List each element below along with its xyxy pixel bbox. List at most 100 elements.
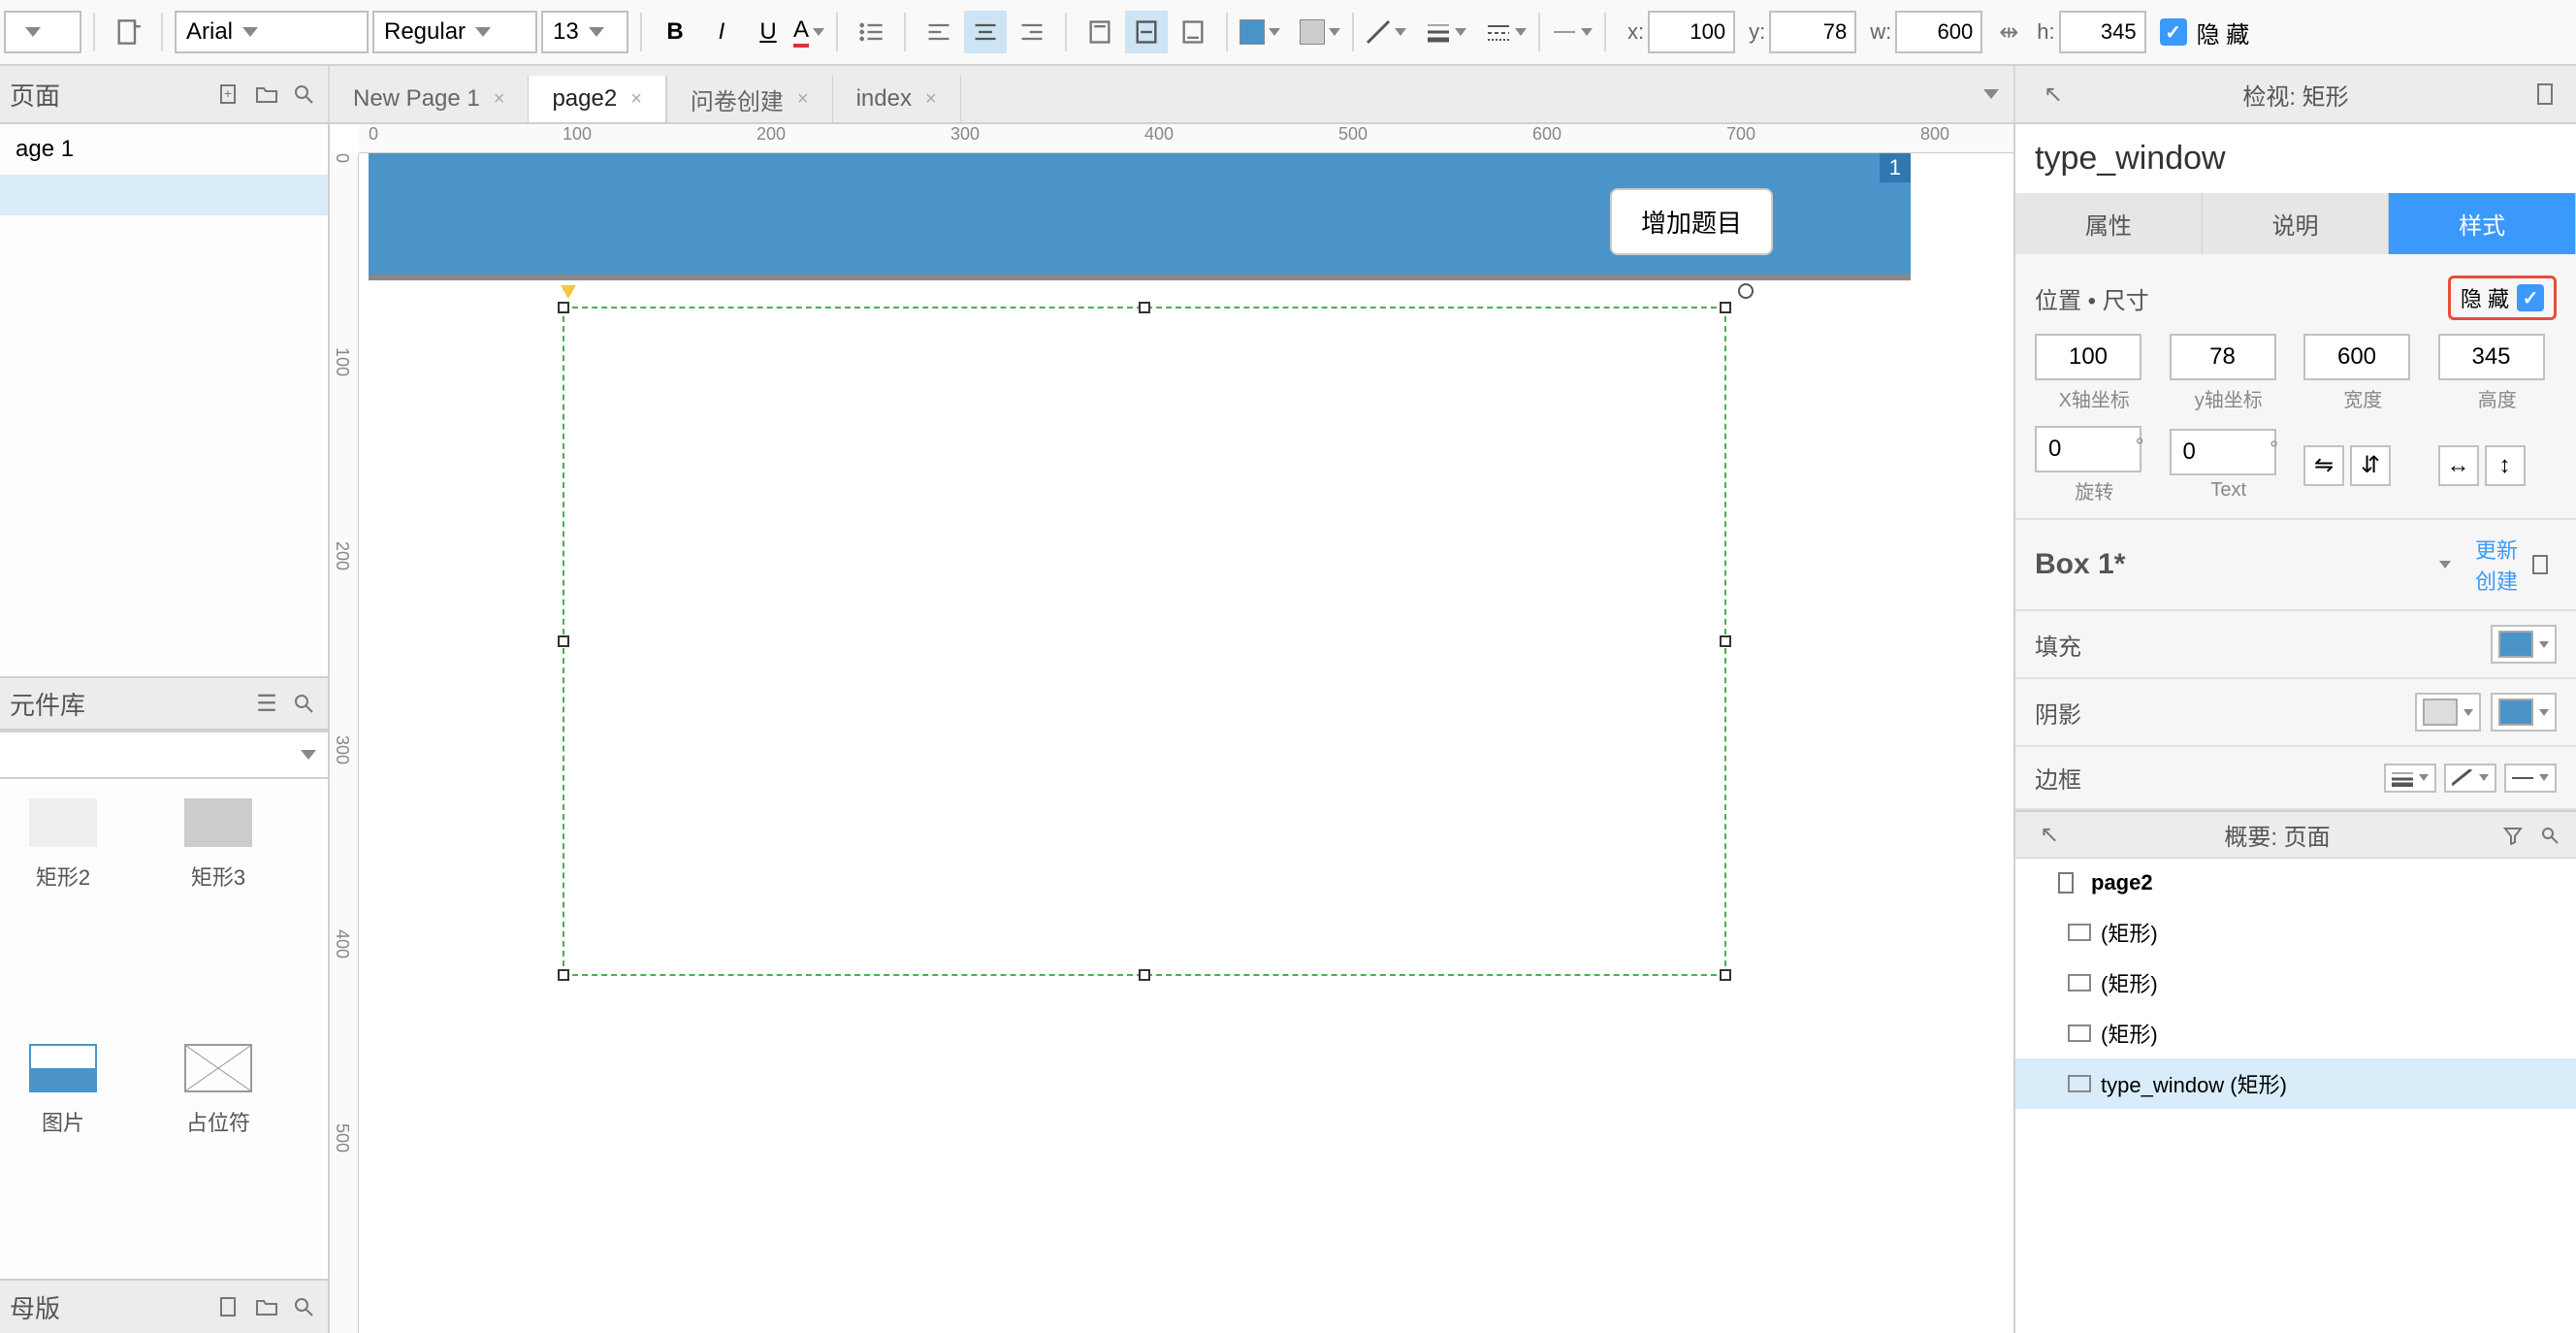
inner-shadow-picker[interactable]	[2415, 693, 2481, 732]
fill-color-button[interactable]	[1240, 11, 1280, 53]
lock-aspect-icon[interactable]: ⇹	[1994, 17, 2023, 47]
close-tab-icon[interactable]: ×	[925, 88, 937, 111]
update-style-link[interactable]: 更新	[2475, 534, 2518, 565]
outline-item[interactable]: type_window (矩形)	[2015, 1058, 2576, 1109]
add-question-button[interactable]: 增加题目	[1610, 188, 1773, 255]
font-family-dropdown[interactable]: Arial	[175, 11, 369, 53]
insp-y-input[interactable]	[2170, 334, 2276, 380]
hidden-checkbox[interactable]: ✓	[2160, 18, 2187, 46]
outline-filter-icon[interactable]	[2498, 821, 2528, 850]
outer-shadow-picker[interactable]	[2491, 693, 2557, 732]
page-item-selected[interactable]	[0, 175, 328, 215]
insp-x-input[interactable]	[2035, 334, 2141, 380]
close-tab-icon[interactable]: ×	[630, 88, 642, 111]
insp-rotation-input[interactable]	[2035, 426, 2141, 472]
outline-collapse-icon[interactable]: ↖	[2035, 821, 2064, 850]
resize-handle-nw[interactable]	[558, 302, 569, 313]
widget-rect3[interactable]: 矩形3	[165, 798, 272, 1015]
widget-name-field[interactable]: type_window	[2015, 124, 2576, 193]
close-tab-icon[interactable]: ×	[494, 88, 505, 111]
add-folder-icon[interactable]	[252, 80, 281, 109]
page-tab[interactable]: New Page 1×	[330, 76, 529, 122]
insp-h-input[interactable]	[2438, 334, 2545, 380]
library-selector[interactable]	[0, 731, 328, 779]
insp-text-rotation-input[interactable]	[2170, 429, 2276, 475]
page-setup-icon[interactable]	[107, 11, 149, 53]
widget-placeholder[interactable]: 占位符	[165, 1044, 272, 1260]
page-tab[interactable]: 问卷创建×	[667, 76, 833, 122]
line-color-button[interactable]	[1366, 11, 1406, 53]
selection-box[interactable]	[563, 307, 1726, 976]
font-size-dropdown[interactable]: 13	[541, 11, 628, 53]
line-style-button[interactable]	[1486, 11, 1527, 53]
fill-color-picker[interactable]	[2491, 625, 2557, 664]
autofit-width-button[interactable]: ↔	[2438, 445, 2479, 486]
add-master-folder-icon[interactable]	[252, 1292, 281, 1321]
h-input[interactable]	[2059, 11, 2146, 53]
resize-handle-n[interactable]	[1139, 302, 1150, 313]
resize-handle-e[interactable]	[1720, 635, 1731, 647]
tab-style[interactable]: 样式	[2389, 193, 2576, 254]
align-left-button[interactable]	[918, 11, 960, 53]
page-tab[interactable]: index×	[833, 76, 961, 122]
search-pages-icon[interactable]	[289, 80, 318, 109]
valign-middle-button[interactable]	[1125, 11, 1168, 53]
widget-image[interactable]: 图片	[10, 1044, 116, 1260]
hidden-toggle[interactable]: 隐 藏✓	[2448, 276, 2557, 320]
resize-handle-se[interactable]	[1720, 969, 1731, 981]
align-right-button[interactable]	[1011, 11, 1053, 53]
text-color-button[interactable]: A	[793, 11, 824, 53]
insp-w-input[interactable]	[2303, 334, 2410, 380]
valign-bottom-button[interactable]	[1172, 11, 1214, 53]
autofit-height-button[interactable]: ↕	[2485, 445, 2526, 486]
widget-rect2[interactable]: 矩形2	[10, 798, 116, 1015]
outline-item[interactable]: (矩形)	[2015, 958, 2576, 1008]
resize-handle-sw[interactable]	[558, 969, 569, 981]
search-masters-icon[interactable]	[289, 1292, 318, 1321]
bold-button[interactable]: B	[654, 11, 696, 53]
library-search-icon[interactable]	[289, 689, 318, 718]
line-width-button[interactable]	[1426, 11, 1466, 53]
flip-horizontal-button[interactable]: ⇋	[2303, 445, 2344, 486]
font-weight-dropdown[interactable]: Regular	[372, 11, 537, 53]
create-style-link[interactable]: 创建	[2475, 565, 2518, 596]
page-item[interactable]: age 1	[0, 124, 328, 175]
tab-notes[interactable]: 说明	[2203, 193, 2390, 254]
italic-button[interactable]: I	[700, 11, 743, 53]
resize-handle-w[interactable]	[558, 635, 569, 647]
corner-radius-handle[interactable]	[561, 285, 576, 299]
underline-button[interactable]: U	[747, 11, 789, 53]
tab-properties[interactable]: 属性	[2015, 193, 2203, 254]
notes-icon[interactable]	[2531, 80, 2560, 109]
outline-root[interactable]: page2	[2015, 859, 2576, 907]
border-color-picker[interactable]	[2444, 764, 2496, 793]
add-master-icon[interactable]	[215, 1292, 244, 1321]
border-style-picker[interactable]	[2504, 764, 2557, 793]
shadow-button[interactable]	[1300, 11, 1340, 53]
border-width-picker[interactable]	[2384, 764, 2436, 793]
close-tab-icon[interactable]: ×	[797, 88, 809, 111]
style-dropdown-icon[interactable]	[2431, 550, 2460, 579]
collapse-inspector-icon[interactable]: ↖	[2039, 80, 2068, 109]
resize-handle-ne[interactable]	[1720, 302, 1731, 313]
tabs-overflow-icon[interactable]	[1977, 80, 2006, 109]
align-center-button[interactable]	[964, 11, 1007, 53]
bullet-list-button[interactable]	[850, 11, 892, 53]
page-tab[interactable]: page2×	[529, 76, 666, 122]
arrow-style-button[interactable]	[1552, 11, 1593, 53]
flip-vertical-button[interactable]: ⇵	[2350, 445, 2391, 486]
copy-style-icon[interactable]	[2528, 550, 2557, 579]
valign-top-button[interactable]	[1079, 11, 1121, 53]
rotation-handle[interactable]	[1738, 283, 1754, 299]
x-input[interactable]	[1648, 11, 1735, 53]
library-menu-icon[interactable]: ☰	[252, 689, 281, 718]
outline-item[interactable]: (矩形)	[2015, 1008, 2576, 1058]
w-input[interactable]	[1895, 11, 1982, 53]
outline-search-icon[interactable]	[2535, 821, 2564, 850]
resize-handle-s[interactable]	[1139, 969, 1150, 981]
y-input[interactable]	[1769, 11, 1856, 53]
add-page-icon[interactable]: +	[215, 80, 244, 109]
outline-item[interactable]: (矩形)	[2015, 907, 2576, 958]
zoom-dropdown[interactable]	[4, 11, 81, 53]
design-canvas[interactable]: 1 增加题目	[359, 153, 2013, 1333]
